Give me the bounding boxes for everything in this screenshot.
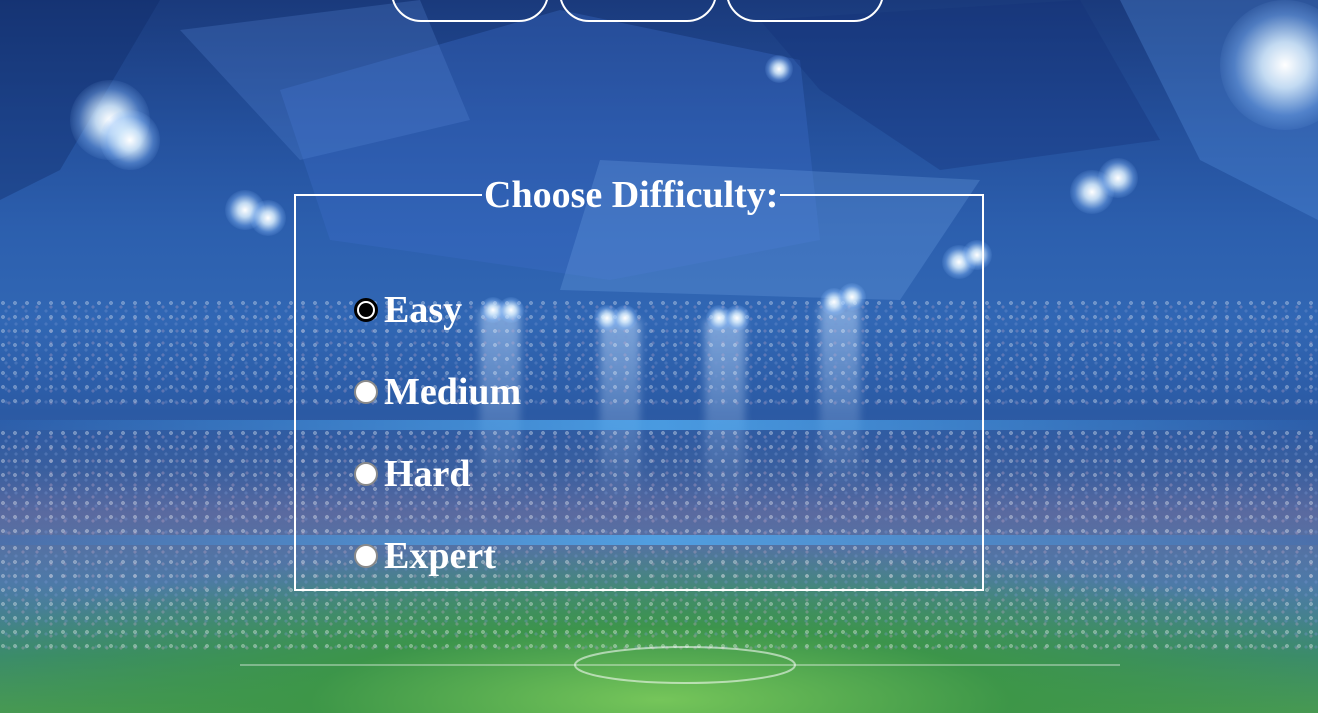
radio-easy[interactable] <box>354 298 378 322</box>
radio-hard[interactable] <box>354 462 378 486</box>
difficulty-option-easy[interactable]: Easy <box>354 290 462 330</box>
option-label-expert: Expert <box>384 535 496 577</box>
difficulty-option-hard[interactable]: Hard <box>354 454 471 494</box>
difficulty-option-medium[interactable]: Medium <box>354 372 521 412</box>
nav-button-3[interactable] <box>726 0 884 22</box>
nav-button-2[interactable] <box>559 0 717 22</box>
nav-button-1[interactable] <box>391 0 549 22</box>
floodlight <box>250 200 286 236</box>
option-label-hard: Hard <box>384 453 471 495</box>
floodlight <box>1098 158 1138 198</box>
floodlight <box>765 55 793 83</box>
radio-expert[interactable] <box>354 544 378 568</box>
difficulty-option-expert[interactable]: Expert <box>354 536 496 576</box>
difficulty-title: Choose Difficulty: <box>484 174 779 216</box>
difficulty-fieldset: Choose Difficulty: Easy Medium Hard Expe… <box>294 174 984 591</box>
radio-medium[interactable] <box>354 380 378 404</box>
option-label-easy: Easy <box>384 289 463 331</box>
floodlight <box>100 110 160 170</box>
option-label-medium: Medium <box>384 371 522 413</box>
